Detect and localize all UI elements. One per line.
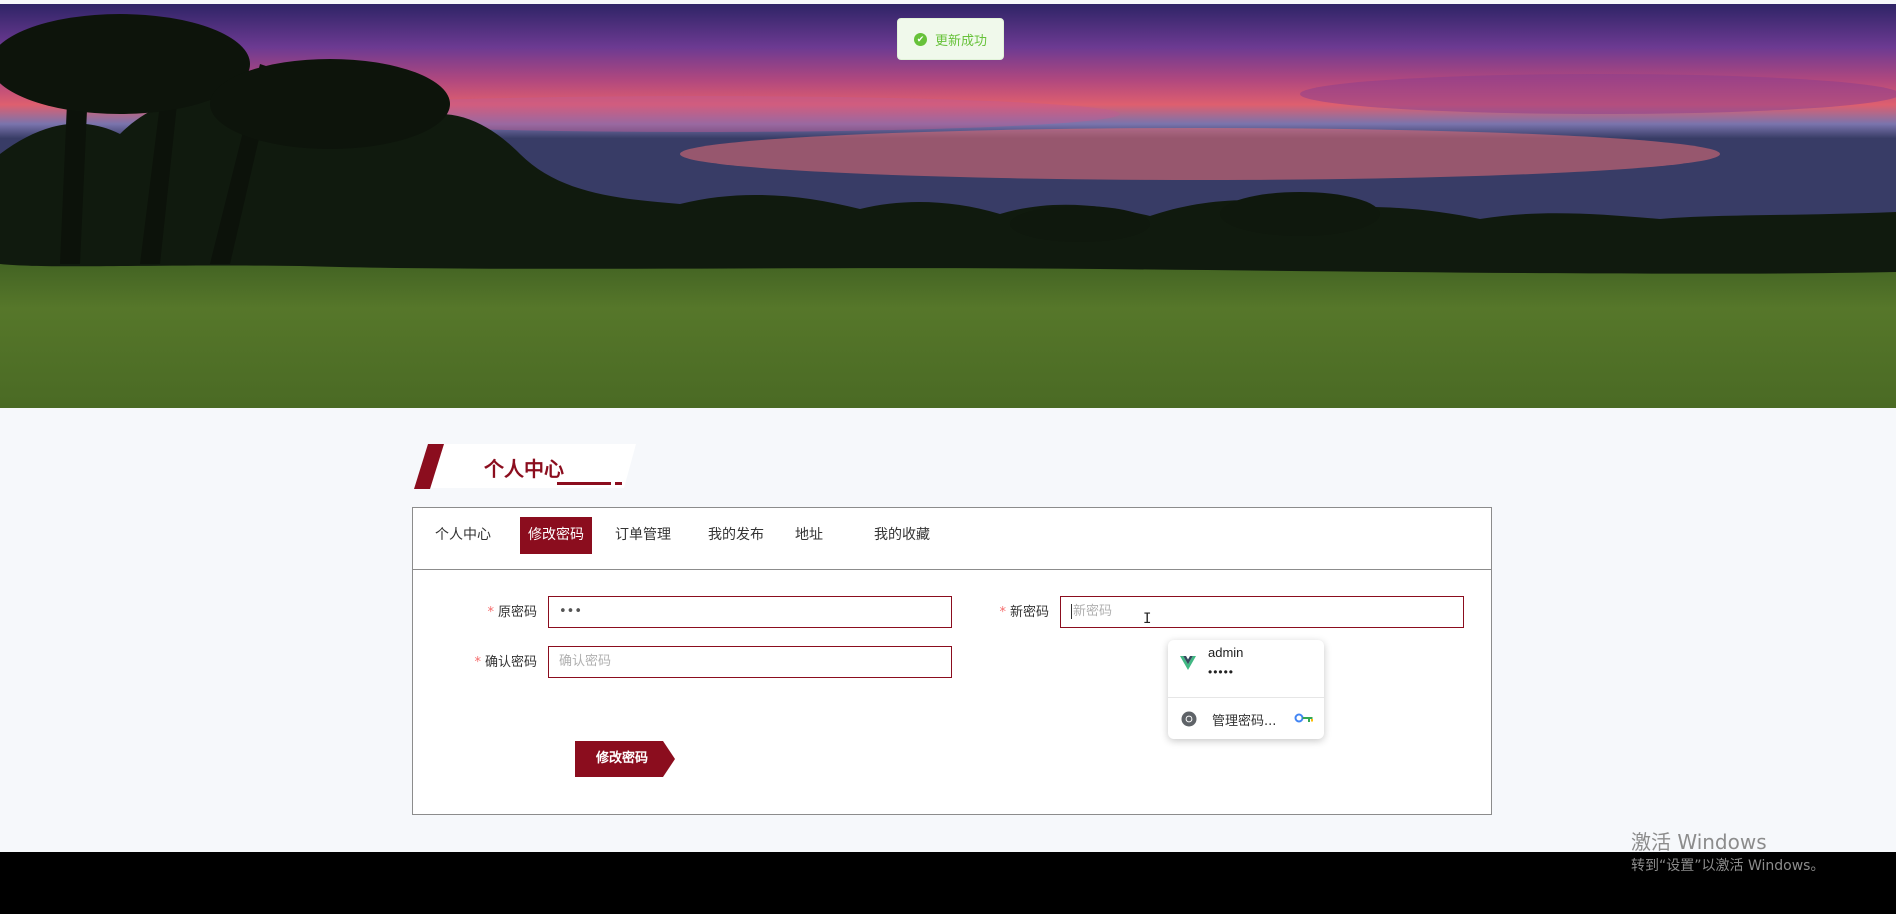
windows-activation-hint: 转到“设置”以激活 Windows。 xyxy=(1631,858,1825,874)
change-password-button[interactable]: 修改密码 xyxy=(575,741,675,777)
page-footer xyxy=(0,852,1896,914)
tab-favorites[interactable]: 我的收藏 xyxy=(866,517,938,554)
windows-activation-title: 激活 Windows xyxy=(1631,830,1767,854)
chrome-icon xyxy=(1181,711,1197,727)
section-header: 个人中心 xyxy=(412,444,638,490)
tab-my-posts[interactable]: 我的发布 xyxy=(700,517,772,554)
tab-orders[interactable]: 订单管理 xyxy=(607,517,679,554)
text-cursor-icon: I xyxy=(1143,611,1152,627)
key-icon xyxy=(1294,713,1313,723)
manage-passwords-label: 管理密码... xyxy=(1212,714,1277,729)
old-password-label: * 原密码 xyxy=(487,605,537,620)
password-autofill-dropdown: admin ••••• 管理密码... xyxy=(1168,640,1324,739)
success-check-icon: ✔ xyxy=(913,32,927,46)
tab-bar: 个人中心 修改密码 订单管理 我的发布 地址 我的收藏 xyxy=(413,508,1491,570)
tab-address[interactable]: 地址 xyxy=(787,517,831,554)
manage-passwords-option[interactable]: 管理密码... xyxy=(1168,698,1324,739)
vue-logo-icon xyxy=(1180,656,1196,670)
tab-profile[interactable]: 个人中心 xyxy=(427,517,499,554)
toast-message: 更新成功 xyxy=(934,32,987,48)
new-password-label: * 新密码 xyxy=(999,605,1049,620)
title-underline xyxy=(557,482,611,485)
saved-username: admin xyxy=(1208,645,1244,660)
confirm-password-input[interactable]: 确认密码 xyxy=(548,646,952,678)
new-password-input[interactable]: 新密码 xyxy=(1060,596,1464,628)
hero-banner xyxy=(0,4,1896,408)
success-toast: ✔ 更新成功 xyxy=(897,18,1004,60)
title-underline-dot xyxy=(615,482,622,485)
confirm-password-label: * 确认密码 xyxy=(474,655,537,670)
user-center-panel: 个人中心 修改密码 订单管理 我的发布 地址 我的收藏 * 原密码 ••• * 新密… xyxy=(412,507,1492,815)
saved-password-mask: ••••• xyxy=(1208,665,1235,679)
landscape-image xyxy=(0,4,1896,408)
old-password-input[interactable]: ••• xyxy=(548,596,952,628)
saved-credential-option[interactable]: admin ••••• xyxy=(1168,640,1324,698)
tab-change-password[interactable]: 修改密码 xyxy=(520,517,592,554)
section-title: 个人中心 xyxy=(484,457,564,481)
